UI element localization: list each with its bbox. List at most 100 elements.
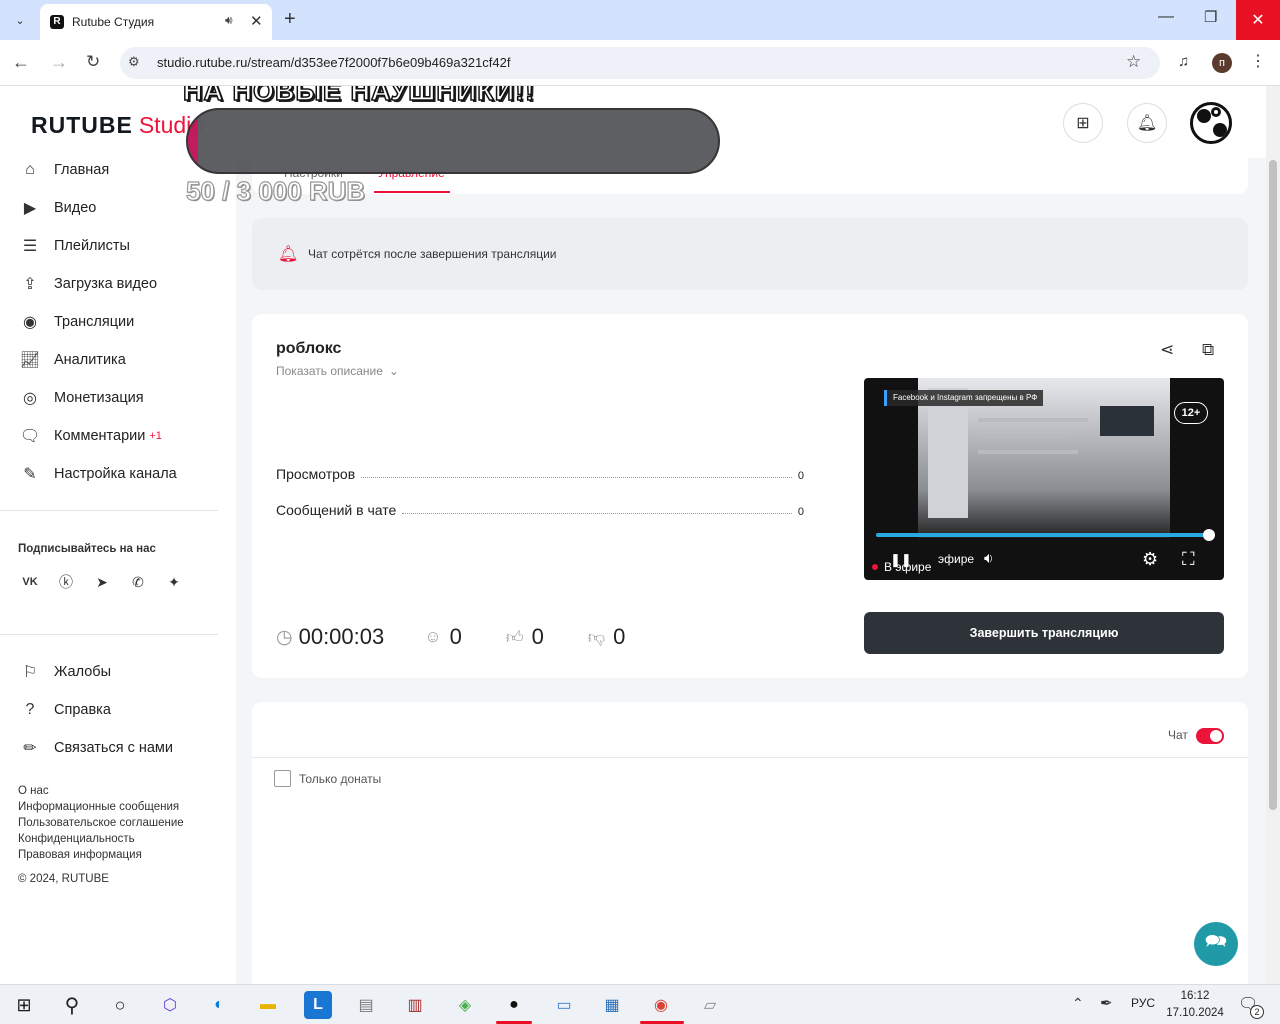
sidebar-item-monetization[interactable]: ◎ Монетизация: [18, 386, 144, 410]
speaker-icon[interactable]: 🔊︎: [225, 13, 233, 28]
android-icon[interactable]: ◈: [451, 991, 479, 1019]
notification-count: 2: [1250, 1005, 1264, 1019]
close-tab-icon[interactable]: ✕: [250, 12, 263, 30]
sidebar-item-label: Связаться с нами: [54, 740, 174, 756]
task-view-icon[interactable]: ○: [106, 991, 134, 1019]
windows-start-icon[interactable]: ⊞: [10, 991, 38, 1019]
sidebar-item-contact[interactable]: ✏︎ Связаться с нами: [18, 736, 173, 760]
studio-logo[interactable]: RUTUBE Studio: [31, 112, 204, 142]
volume-icon[interactable]: 🔉︎: [984, 550, 993, 567]
media-controls-icon[interactable]: ♫: [1178, 53, 1189, 70]
sidebar-item-label: Комментарии: [54, 428, 146, 444]
sidebar-item-broadcasts[interactable]: ◉ Трансляции: [18, 310, 134, 334]
app-l-icon[interactable]: L: [304, 991, 332, 1019]
sidebar-item-channel-settings[interactable]: ✎ Настройка канала: [18, 462, 176, 486]
viber-icon[interactable]: ✆: [126, 570, 150, 594]
notifications-button[interactable]: 🔔︎: [1127, 103, 1167, 143]
tray-chevron-up-icon[interactable]: ⌃: [1072, 995, 1084, 1012]
obs-icon[interactable]: ●: [500, 991, 528, 1019]
player-progress-fill: [876, 533, 1209, 537]
reload-icon[interactable]: ↻: [86, 52, 100, 72]
end-stream-button[interactable]: Завершить трансляцию: [864, 612, 1224, 654]
site-info-icon[interactable]: ⚙: [128, 54, 140, 70]
chat-messages-row: Сообщений в чате 0: [276, 502, 804, 518]
file-explorer-icon[interactable]: ▬: [254, 991, 282, 1019]
channel-avatar[interactable]: [1190, 102, 1232, 144]
search-icon[interactable]: ⚲: [58, 991, 86, 1019]
browser-menu-icon[interactable]: ⋮: [1250, 51, 1266, 71]
scanner-icon[interactable]: ▤: [352, 991, 380, 1019]
tab-list-chevron-icon[interactable]: ⌄: [8, 8, 32, 32]
support-chat-button[interactable]: 🗪︎: [1194, 922, 1238, 966]
forward-icon[interactable]: →: [50, 52, 68, 73]
browser-tab[interactable]: R Rutube Студия 🔊︎ ✕: [40, 4, 272, 40]
subscribe-title: Подписывайтесь на нас: [18, 543, 156, 555]
sidebar-item-home[interactable]: ⌂ Главная: [18, 158, 109, 182]
footer-link-info[interactable]: Информационные сообщения: [18, 801, 179, 813]
chat-toggle-knob: [1210, 730, 1222, 742]
footer-link-privacy[interactable]: Конфиденциальность: [18, 833, 135, 845]
plus-square-icon: ⊞: [1076, 115, 1090, 132]
bookmark-star-icon[interactable]: ☆: [1126, 52, 1141, 72]
active-tab-underline: [374, 191, 450, 193]
profile-avatar[interactable]: п: [1212, 53, 1232, 73]
windows-taskbar: ⊞ ⚲ ○ ⬡ ◐ ▬ L ▤ ▥ ◈ ● ▭ ▦ ◉ ▱ ⌃ ✒ РУС 16…: [0, 984, 1280, 1024]
sidebar-item-comments[interactable]: 🗨︎ Комментарии +1: [18, 424, 162, 448]
stream-stats: ◷ 00:00:03 ☺ 0 👍︎ 0 👎︎ 0: [276, 624, 625, 650]
url-text[interactable]: studio.rutube.ru/stream/d353ee7f2000f7b6…: [157, 55, 510, 70]
new-tab-icon[interactable]: +: [284, 8, 296, 31]
share-icon[interactable]: ⋖: [1160, 340, 1174, 360]
video-player[interactable]: Facebook и Instagram запрещены в РФ 12+ …: [864, 378, 1224, 580]
live-indicator: В эфире: [872, 560, 931, 574]
copilot-icon[interactable]: ⬡: [156, 991, 184, 1019]
views-row: Просмотров 0: [276, 466, 804, 482]
minimize-icon[interactable]: —: [1158, 8, 1174, 26]
restore-icon[interactable]: ❐: [1204, 8, 1217, 26]
vk-icon[interactable]: VK: [18, 570, 42, 594]
donation-progress-bar: [186, 108, 720, 174]
dzen-icon[interactable]: ✦: [162, 570, 186, 594]
window-app-icon[interactable]: ▦: [598, 991, 626, 1019]
page-scrollbar[interactable]: [1266, 86, 1280, 984]
sidebar-item-upload[interactable]: ⇪ Загрузка видео: [18, 272, 157, 296]
stream-timer: 00:00:03: [298, 624, 385, 649]
broadcast-icon: ◉: [23, 314, 37, 331]
sidebar-item-help[interactable]: ? Справка: [18, 698, 111, 722]
telegram-icon[interactable]: ➤: [90, 570, 114, 594]
language-indicator[interactable]: РУС: [1131, 996, 1155, 1010]
clock[interactable]: 16:12 17.10.2024: [1166, 988, 1224, 1022]
dislikes-count: 0: [613, 624, 626, 649]
chat-toggle-label: Чат: [1168, 728, 1188, 742]
sidebar-divider: [0, 510, 218, 511]
sidebar-item-complaints[interactable]: ⚐ Жалобы: [18, 660, 111, 684]
computer-icon[interactable]: ▭: [550, 991, 578, 1019]
footer-link-legal[interactable]: Правовая информация: [18, 849, 142, 861]
pen-tray-icon[interactable]: ✒: [1100, 994, 1113, 1012]
fullscreen-icon[interactable]: ⛶: [1182, 549, 1195, 570]
donations-only-label: Только донаты: [299, 772, 382, 786]
ok-icon[interactable]: ⓚ: [54, 570, 78, 594]
player-progress-knob[interactable]: [1202, 529, 1215, 541]
window-close-icon[interactable]: ✕: [1236, 0, 1280, 40]
live-label: В эфире: [884, 560, 932, 574]
footer-link-about[interactable]: О нас: [18, 785, 49, 797]
winrar-icon[interactable]: ▥: [401, 991, 429, 1019]
scrollbar-thumb[interactable]: [1269, 160, 1277, 810]
sidebar-item-analytics[interactable]: 📈︎ Аналитика: [18, 348, 126, 372]
footer-link-terms[interactable]: Пользовательское соглашение: [18, 817, 184, 829]
external-link-icon[interactable]: ⧉: [1202, 340, 1214, 360]
sidebar-item-playlists[interactable]: ☰ Плейлисты: [18, 234, 130, 258]
back-icon[interactable]: ←: [12, 52, 30, 73]
show-description-link[interactable]: Показать описание ⌄: [276, 364, 399, 378]
chrome-icon[interactable]: ◉: [647, 991, 675, 1019]
player-progress-track[interactable]: [876, 529, 1215, 541]
add-content-button[interactable]: ⊞: [1063, 103, 1103, 143]
chat-toggle[interactable]: [1196, 728, 1224, 744]
player-settings-gear-icon[interactable]: ⚙: [1142, 549, 1158, 570]
donations-only-checkbox[interactable]: [274, 770, 291, 787]
chat-messages-label: Сообщений в чате: [276, 502, 397, 518]
edge-icon[interactable]: ◐: [205, 991, 233, 1019]
sidebar-item-video[interactable]: ▶ Видео: [18, 196, 97, 220]
misc-app-icon[interactable]: ▱: [696, 991, 724, 1019]
omnibox[interactable]: ⚙ studio.rutube.ru/stream/d353ee7f2000f7…: [120, 47, 1160, 79]
